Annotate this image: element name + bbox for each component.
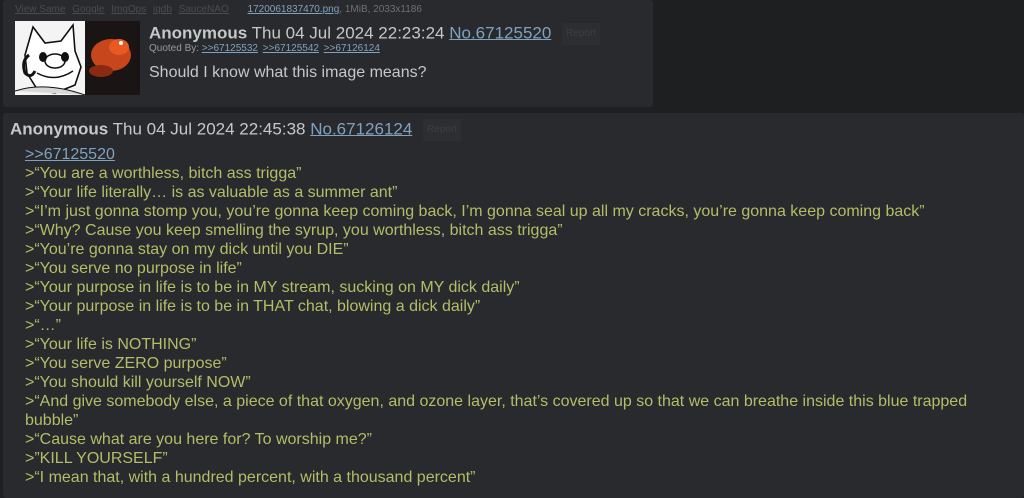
file-name-link[interactable]: 1720061837470.png [248, 4, 340, 15]
file-metadata: , 1MiB, 2033x1186 [339, 4, 422, 15]
backlink[interactable]: >>67126124 [324, 43, 380, 54]
backlink[interactable]: >>67125542 [263, 43, 319, 54]
greentext-line: >“You should kill yourself NOW” [25, 374, 251, 391]
poster-name: Anonymous [149, 23, 248, 43]
greentext-line: >“You serve no purpose in life” [25, 260, 242, 277]
greentext-line: >“…” [25, 317, 61, 334]
report-button[interactable]: Report [423, 119, 462, 141]
backlink[interactable]: >>67125532 [202, 43, 258, 54]
greentext-line: >“Your purpose in life is to be in MY st… [25, 279, 520, 296]
greentext-line: >“You’re gonna stay on my dick until you… [25, 241, 349, 258]
greentext-line: >“Your life literally… is as valuable as… [25, 184, 398, 201]
post-message: Should I know what this image means? [149, 64, 427, 81]
greentext-line: >“I mean that, with a hundred percent, w… [25, 469, 476, 486]
file-info: View Same Google ImgOps iqdb SauceNAO 17… [15, 4, 422, 15]
greentext-line: >“And give somebody else, a piece of tha… [25, 393, 968, 429]
saucenao-link[interactable]: SauceNAO [179, 4, 229, 15]
post-number-link[interactable]: No.67125520 [449, 23, 551, 42]
reply-post-67125520: View Same Google ImgOps iqdb SauceNAO 17… [3, 0, 653, 107]
post-date: Thu 04 Jul 2024 22:45:38 [112, 119, 306, 139]
greentext-line: >“Your purpose in life is to be in THAT … [25, 298, 481, 315]
thumbnail-artwork [15, 21, 140, 95]
google-search-link[interactable]: Google [72, 4, 104, 15]
imgops-link[interactable]: ImgOps [111, 4, 146, 15]
quote-link[interactable]: >>67125520 [25, 146, 115, 163]
post-message: >>67125520 >“You are a worthless, bitch … [25, 145, 985, 487]
view-same-link[interactable]: View Same [15, 4, 65, 15]
image-search-links: View Same Google ImgOps iqdb SauceNAO [15, 4, 236, 15]
post-date: Thu 04 Jul 2024 22:23:24 [251, 23, 445, 43]
greentext-line: >“I’m just gonna stomp you, you’re gonna… [25, 203, 925, 220]
quoted-by-label: Quoted By: [149, 43, 200, 54]
greentext-line: >“You are a worthless, bitch ass trigga” [25, 165, 302, 182]
post-info: Anonymous Thu 04 Jul 2024 22:45:38 No.67… [10, 119, 462, 141]
greentext-line: >“Why? Cause you keep smelling the syrup… [25, 222, 563, 239]
iqdb-link[interactable]: iqdb [153, 4, 172, 15]
greentext-line: >“Cause what are you here for? To worshi… [25, 431, 372, 448]
report-button[interactable]: Report [562, 23, 601, 45]
poster-name: Anonymous [10, 119, 109, 139]
image-thumbnail[interactable] [15, 21, 140, 95]
greentext-line: >”KILL YOURSELF” [25, 450, 168, 467]
reply-post-67126124: Anonymous Thu 04 Jul 2024 22:45:38 No.67… [3, 113, 1024, 498]
greentext-line: >“You serve ZERO purpose” [25, 355, 227, 372]
greentext-line: >“Your life is NOTHING” [25, 336, 197, 353]
quoted-by: Quoted By: >>67125532 >>67125542 >>67126… [149, 43, 382, 54]
post-info: Anonymous Thu 04 Jul 2024 22:23:24 No.67… [149, 23, 601, 45]
post-number-link[interactable]: No.67126124 [310, 119, 412, 138]
